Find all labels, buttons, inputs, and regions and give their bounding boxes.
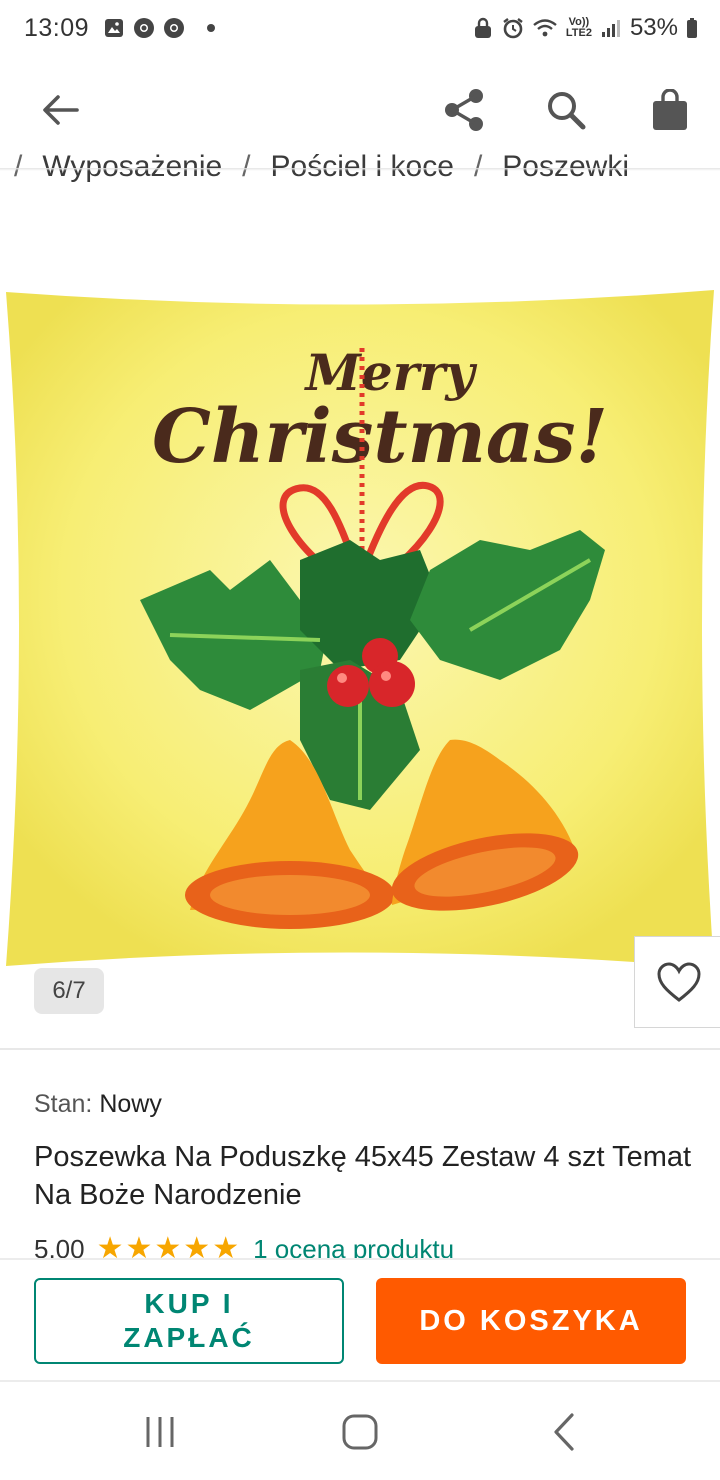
product-title: Poszewka Na Poduszkę 45x45 Zestaw 4 szt … xyxy=(34,1141,692,1211)
rating-row: 5,00 ★★★★★ 1 ocena produktu xyxy=(34,1234,454,1260)
share-button[interactable] xyxy=(436,82,492,138)
rating-count-link[interactable]: 1 ocena produktu xyxy=(253,1234,454,1260)
battery-icon xyxy=(686,17,698,39)
home-icon xyxy=(342,1414,378,1450)
image-text-christmas: Christmas! xyxy=(152,394,608,480)
breadcrumb-item-wyposazenie[interactable]: Wyposażenie xyxy=(42,150,222,184)
bottom-action-bar: KUP I ZAPŁAĆ DO KOSZYKA xyxy=(0,1258,720,1380)
share-icon xyxy=(445,89,483,131)
back-nav-button[interactable] xyxy=(534,1404,594,1460)
more-notifications-dot xyxy=(207,24,216,32)
chevron-left-icon xyxy=(554,1413,574,1451)
search-button[interactable] xyxy=(538,82,594,138)
wifi-icon xyxy=(532,17,558,39)
cart-button[interactable] xyxy=(642,82,698,138)
image-counter: 6/7 xyxy=(34,968,104,1014)
shopping-bag-icon xyxy=(653,89,687,130)
condition-value: Nowy xyxy=(99,1090,162,1118)
app-bar xyxy=(0,60,720,160)
battery-percentage: 53% xyxy=(629,14,678,41)
search-icon xyxy=(548,92,586,130)
product-image-gallery[interactable]: Merry Christmas! xyxy=(0,240,720,1040)
status-right: Vo)) LTE2 53% xyxy=(472,14,698,42)
chrome-notification-icon xyxy=(133,17,155,39)
signal-icon xyxy=(600,17,622,39)
alarm-icon xyxy=(502,17,524,39)
status-bar: 13:09 Vo)) LTE2 53% xyxy=(0,0,720,56)
breadcrumb-separator: / xyxy=(473,150,483,183)
breadcrumb-separator: / xyxy=(242,150,251,183)
favorite-button[interactable] xyxy=(634,936,720,1028)
add-to-cart-button[interactable]: DO KOSZYKA xyxy=(376,1278,686,1364)
product-condition: Stan: Nowy xyxy=(34,1090,162,1119)
header-divider xyxy=(0,168,720,171)
network-type: Vo)) LTE2 xyxy=(566,17,592,39)
arrow-left-icon xyxy=(43,95,79,125)
chrome-notification-icon-2 xyxy=(163,17,185,39)
product-image: Merry Christmas! xyxy=(6,290,714,968)
recent-apps-button[interactable] xyxy=(130,1404,190,1460)
network-line-2: LTE2 xyxy=(565,27,592,39)
lock-icon xyxy=(472,17,494,39)
back-button[interactable] xyxy=(32,82,88,138)
status-left: 13:09 xyxy=(24,13,216,43)
gallery-divider xyxy=(0,1048,720,1050)
rating-score: 5,00 xyxy=(34,1234,85,1260)
breadcrumb-items: / Wyposażenie / Pościel i koce / Poszewk… xyxy=(14,150,629,184)
gallery-notification-icon xyxy=(103,17,125,39)
breadcrumb-item-posciel[interactable]: Pościel i koce xyxy=(271,150,454,184)
home-button[interactable] xyxy=(330,1404,390,1460)
buy-now-button[interactable]: KUP I ZAPŁAĆ xyxy=(34,1278,344,1364)
condition-label: Stan: xyxy=(34,1090,93,1118)
status-time: 13:09 xyxy=(24,13,90,42)
breadcrumb-separator: / xyxy=(14,150,23,183)
recent-apps-icon xyxy=(146,1417,174,1447)
heart-icon xyxy=(657,962,701,1002)
rating-stars: ★★★★★ xyxy=(96,1234,242,1260)
system-nav-bar xyxy=(0,1380,720,1480)
breadcrumb-item-poszewki[interactable]: Poszewki xyxy=(502,150,629,184)
